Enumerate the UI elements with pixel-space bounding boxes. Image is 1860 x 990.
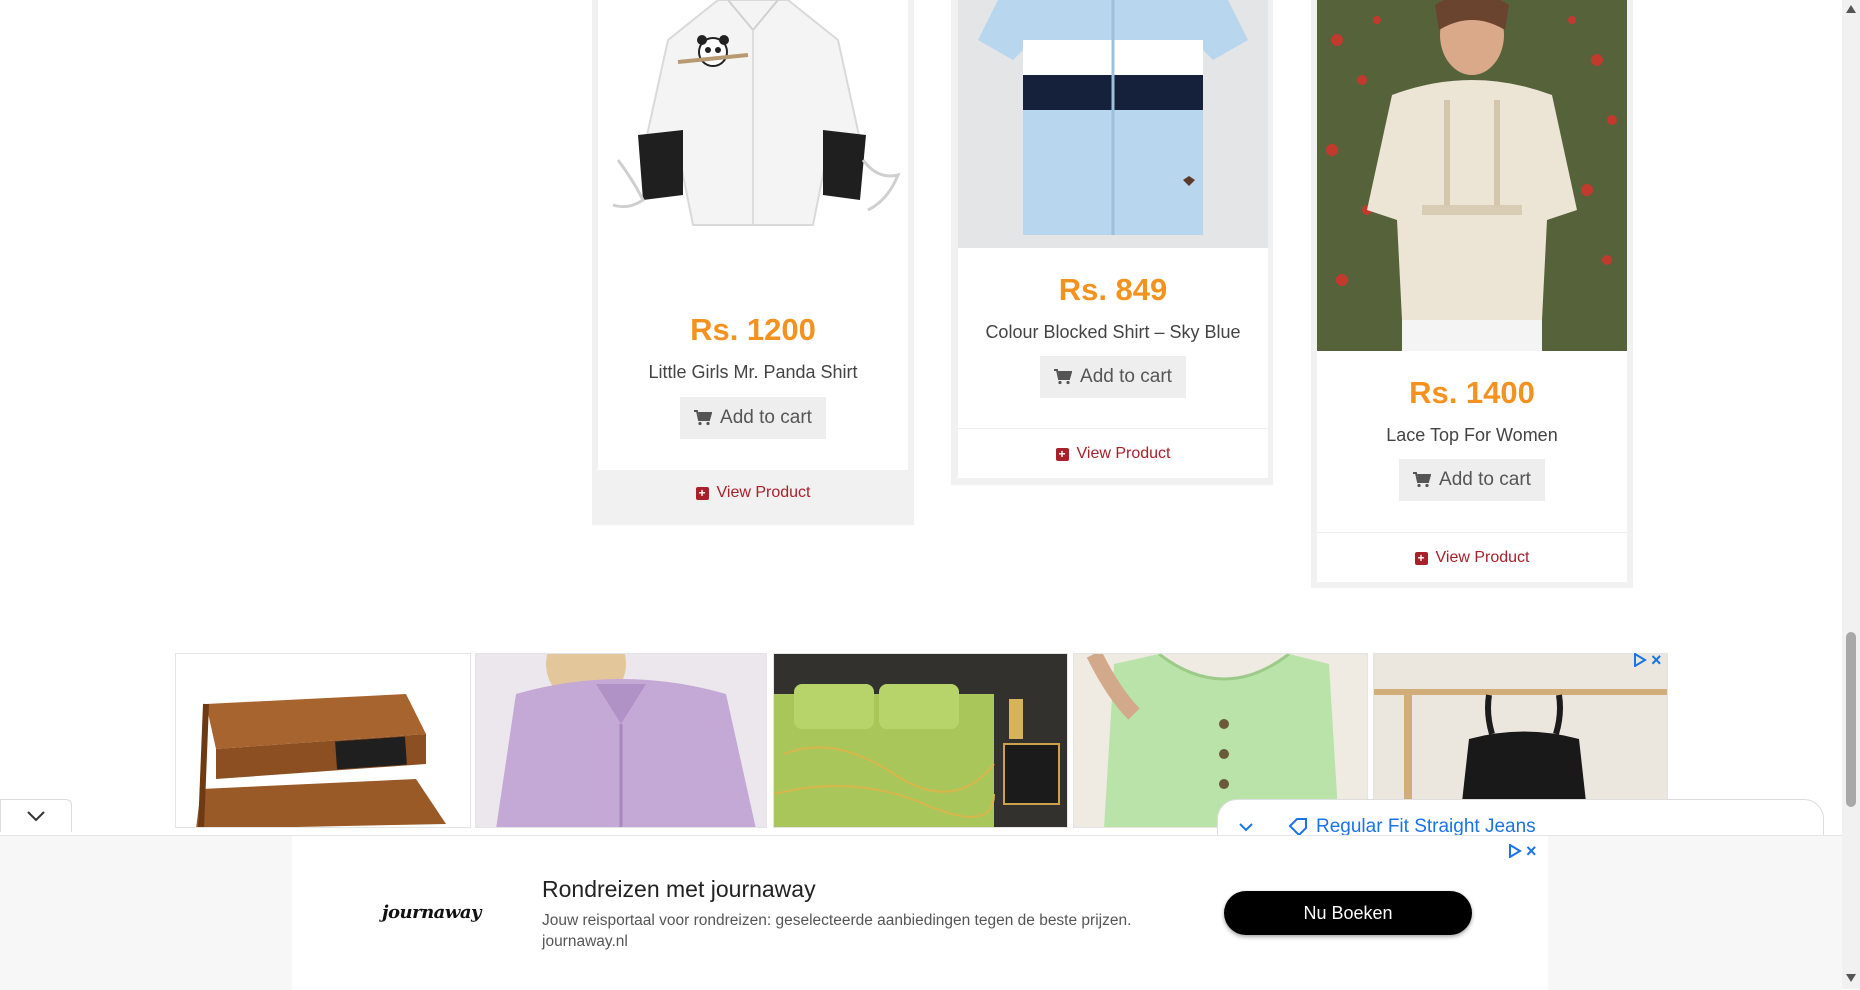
close-icon[interactable]: × (1526, 842, 1537, 860)
product-price: Rs. 1400 (1409, 375, 1535, 410)
product-name[interactable]: Colour Blocked Shirt – Sky Blue (958, 322, 1268, 343)
view-product-label: View Product (1076, 445, 1171, 462)
book-now-label: Nu Boeken (1303, 902, 1393, 923)
product-card: Rs. 1400 Lace Top For Women Add to cart … (1317, 0, 1627, 582)
chevron-down-icon (27, 811, 45, 822)
view-product-label: View Product (716, 484, 811, 501)
view-product-link[interactable]: + View Product (958, 428, 1268, 479)
add-to-cart-label: Add to cart (720, 407, 812, 428)
banner-title: Rondreizen met journaway (542, 876, 816, 902)
product-price: Rs. 849 (1058, 272, 1168, 307)
product-image[interactable] (1317, 0, 1627, 351)
add-to-cart-button[interactable]: Add to cart (1399, 459, 1545, 501)
add-to-cart-button[interactable]: Add to cart (1040, 356, 1186, 398)
tag-icon (1288, 818, 1307, 836)
banner-description: Jouw reisportaal voor rondreizen: gesele… (542, 912, 1132, 950)
banner-logo: journaway (382, 902, 481, 923)
adchoices-icon[interactable] (1633, 653, 1647, 667)
cart-icon (1413, 472, 1432, 488)
book-now-button[interactable]: Nu Boeken (1224, 891, 1472, 935)
product-image[interactable] (598, 0, 908, 290)
product-name[interactable]: Little Girls Mr. Panda Shirt (598, 362, 908, 383)
scrollbar-thumb[interactable] (1846, 632, 1856, 807)
banner-ad-controls: × (1508, 842, 1537, 860)
scroll-down-icon[interactable] (1846, 974, 1856, 982)
collapse-ad-tab[interactable] (0, 799, 72, 832)
close-icon[interactable]: × (1651, 651, 1662, 669)
plus-square-icon: + (1055, 447, 1069, 461)
banner-content[interactable]: journaway Rondreizen met journaway Jouw … (292, 836, 1548, 990)
cart-icon (694, 410, 713, 426)
page-scrollbar[interactable] (1842, 0, 1860, 989)
ad-strip-controls: × (1633, 651, 1662, 669)
ad-tile-green-bedding[interactable] (773, 653, 1068, 828)
scroll-up-icon[interactable] (1846, 5, 1856, 13)
product-card: Rs. 1200 Little Girls Mr. Panda Shirt Ad… (598, 0, 908, 516)
view-product-label: View Product (1435, 549, 1530, 566)
chevron-down-icon (1239, 823, 1253, 832)
cart-icon (1054, 369, 1073, 385)
product-price: Rs. 1200 (690, 312, 816, 347)
plus-square-icon: + (1414, 551, 1428, 565)
add-to-cart-button[interactable]: Add to cart (680, 397, 826, 439)
adchoices-icon[interactable] (1508, 844, 1522, 858)
view-product-link[interactable]: + View Product (1317, 532, 1627, 583)
add-to-cart-label: Add to cart (1439, 469, 1531, 490)
product-image[interactable] (958, 0, 1268, 248)
view-product-link[interactable]: + View Product (598, 470, 908, 516)
product-name[interactable]: Lace Top For Women (1317, 425, 1627, 446)
bottom-ad-banner: journaway Rondreizen met journaway Jouw … (0, 835, 1842, 990)
plus-square-icon: + (695, 486, 709, 500)
add-to-cart-label: Add to cart (1080, 366, 1172, 387)
product-card: Rs. 849 Colour Blocked Shirt – Sky Blue … (958, 0, 1268, 478)
ad-tile-wooden-organizer[interactable] (175, 653, 471, 828)
ad-tile-lilac-blouse[interactable] (475, 653, 767, 828)
